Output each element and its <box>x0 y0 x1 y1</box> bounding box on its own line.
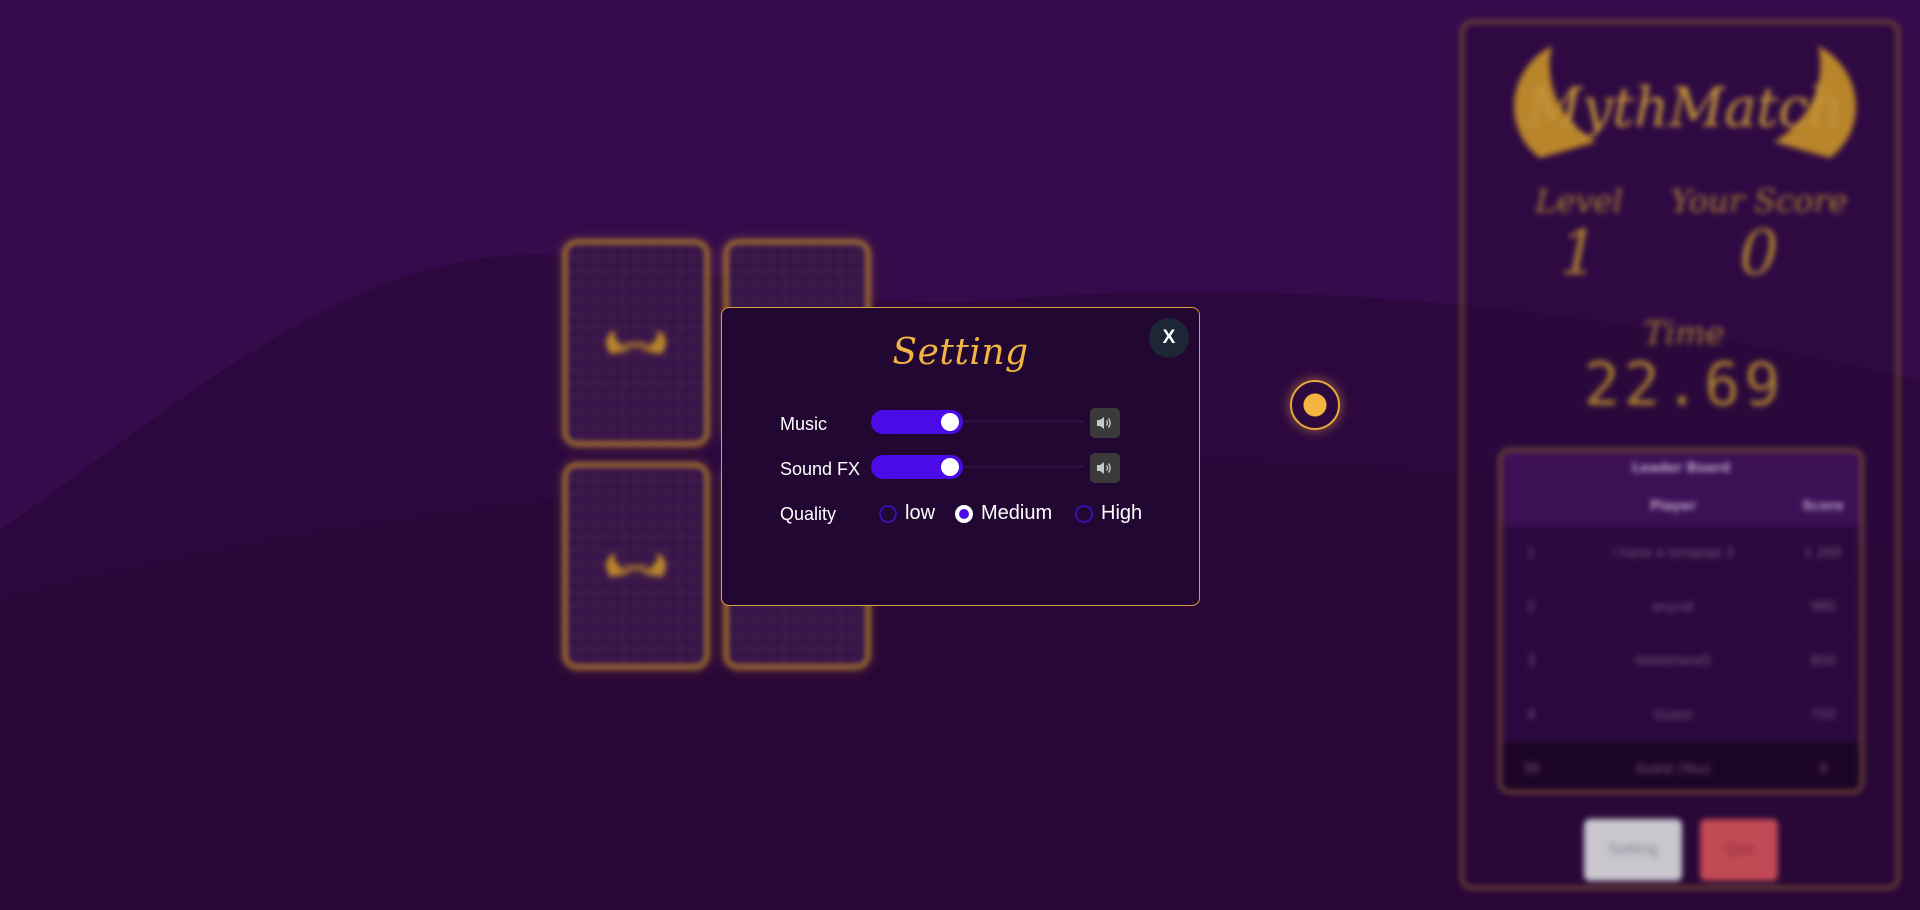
modal-title: Setting <box>892 332 1029 373</box>
row-player: anyrat <box>1651 600 1695 615</box>
quality-option-low[interactable]: low <box>905 502 935 525</box>
table-row-current-player: 39 Guest (You) 0 <box>1502 742 1860 790</box>
header-score: Score <box>1802 498 1844 514</box>
row-score: 750 <box>1810 708 1836 723</box>
time-label: Time <box>1643 314 1725 352</box>
leaderboard: Leader Board Player Score 1 I have a tem… <box>1498 448 1864 794</box>
level-value: 1 <box>1559 216 1599 289</box>
wing-emblem-icon <box>606 330 666 354</box>
row-score: 980 <box>1810 600 1836 615</box>
row-score: 850 <box>1810 654 1836 669</box>
side-panel: MythMatch Level 1 Your Score 0 Time 22.6… <box>1460 20 1900 890</box>
game-logo: MythMatch <box>1500 38 1870 168</box>
score-value: 0 <box>1739 216 1779 289</box>
row-score: 1 260 <box>1804 546 1842 561</box>
quality-option-medium[interactable]: Medium <box>981 502 1052 525</box>
time-value: 22.69 <box>1583 350 1785 420</box>
row-score: 0 <box>1818 762 1828 777</box>
table-row: 4 Guest 750 <box>1502 688 1860 742</box>
sfx-mute-button[interactable] <box>1090 453 1120 483</box>
quality-radio-high[interactable] <box>1075 505 1093 523</box>
sfx-label: Sound FX <box>780 459 861 479</box>
cursor-dot-icon <box>1290 380 1340 430</box>
setting-button[interactable]: Setting <box>1584 819 1682 881</box>
row-player: Guest <box>1653 708 1693 723</box>
table-row: 1 I have a templae 2 1 260 <box>1502 526 1860 580</box>
logo-text: MythMatch <box>1526 76 1844 139</box>
slider-thumb[interactable] <box>940 413 959 431</box>
quality-option-high[interactable]: High <box>1101 502 1142 525</box>
close-button[interactable]: X <box>1149 318 1189 358</box>
quit-button[interactable]: Quit <box>1700 819 1778 881</box>
volume-icon <box>1097 417 1111 429</box>
music-mute-button[interactable] <box>1090 408 1120 438</box>
header-player: Player <box>1649 498 1697 514</box>
table-row: 2 anyrat 980 <box>1502 580 1860 634</box>
leaderboard-title: Leader Board <box>1502 452 1860 486</box>
level-label: Level <box>1535 182 1623 220</box>
volume-icon <box>1097 462 1111 474</box>
quality-radio-low[interactable] <box>879 505 897 523</box>
row-player: I have a templae 2 <box>1611 546 1735 561</box>
music-slider[interactable] <box>871 408 1084 436</box>
wing-emblem-icon <box>606 553 666 577</box>
row-rank: 3 <box>1526 654 1536 669</box>
leaderboard-header: Player Score <box>1502 486 1860 526</box>
row-rank: 1 <box>1526 546 1536 561</box>
music-label: Music <box>780 414 828 434</box>
table-row: 3 Hellothere5 850 <box>1502 634 1860 688</box>
memory-card[interactable] <box>563 240 709 446</box>
score-label: Your Score <box>1670 182 1848 220</box>
quality-label: Quality <box>780 504 837 524</box>
row-player: Guest (You) <box>1635 762 1711 777</box>
row-player: Hellothere5 <box>1635 654 1711 669</box>
row-rank: 39 <box>1522 762 1540 777</box>
settings-modal: Setting X Music Sound FX Quality low Med… <box>721 307 1200 606</box>
row-rank: 2 <box>1526 600 1536 615</box>
quality-radio-medium[interactable] <box>955 505 973 523</box>
slider-thumb[interactable] <box>940 458 959 476</box>
sfx-slider[interactable] <box>871 453 1084 481</box>
memory-card[interactable] <box>563 463 709 669</box>
row-rank: 4 <box>1526 708 1536 723</box>
